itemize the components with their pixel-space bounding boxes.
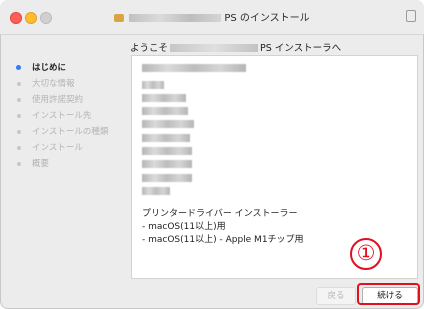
step-label: インストールの種類	[32, 127, 109, 137]
continue-button-highlight	[357, 283, 420, 305]
page-heading: ようこそ PS インストーラへ	[130, 40, 341, 54]
step-label: インストール先	[32, 111, 92, 121]
redacted-text-line	[142, 160, 192, 168]
title-bar[interactable]: PS のインストール	[0, 0, 424, 35]
window-title-text: PS のインストール	[224, 13, 310, 24]
lock-icon	[406, 10, 416, 22]
step-label: はじめに	[32, 63, 67, 73]
redacted-heading-name	[170, 44, 259, 52]
description-line: - macOS(11以上) - Apple M1チップ用	[142, 235, 304, 245]
step-summary: 概要	[0, 156, 128, 172]
step-installation: インストール	[0, 140, 128, 156]
step-introduction: はじめに	[0, 60, 128, 76]
package-icon	[114, 14, 125, 22]
description-line: プリンタードライバー インストーラー	[142, 209, 298, 219]
step-indicator-dot	[17, 162, 21, 166]
installer-window: PS のインストール ようこそ PS インストーラへ はじめに 大切な情報 使用許…	[0, 0, 424, 309]
step-label: 使用許諾契約	[32, 95, 84, 105]
step-indicator-dot	[17, 146, 21, 150]
step-label: 概要	[32, 159, 50, 169]
step-indicator-dot	[17, 98, 21, 102]
step-label: 大切な情報	[32, 79, 75, 89]
step-indicator-dot	[17, 114, 21, 118]
step-important-info: 大切な情報	[0, 76, 128, 92]
step-license: 使用許諾契約	[0, 92, 128, 108]
heading-prefix: ようこそ	[130, 43, 169, 54]
back-button[interactable]: 戻る	[316, 287, 356, 305]
step-installation-type: インストールの種類	[0, 124, 128, 140]
step-indicator-dot	[17, 82, 21, 86]
redacted-text-line	[142, 147, 192, 155]
redacted-text-line	[142, 174, 192, 182]
redacted-text-line	[142, 64, 246, 72]
step-number-annotation: ①	[350, 238, 382, 270]
step-indicator-dot	[17, 130, 21, 134]
heading-suffix: PS インストーラへ	[260, 43, 342, 54]
step-indicator-dot	[16, 65, 21, 70]
step-label: インストール	[32, 143, 83, 153]
redacted-product-name	[129, 14, 222, 22]
window-title: PS のインストール	[0, 9, 424, 24]
redacted-text-line	[142, 81, 164, 89]
redacted-text-line	[142, 187, 170, 195]
redacted-text-line	[142, 120, 194, 128]
redacted-text-line	[142, 134, 190, 142]
steps-sidebar: はじめに 大切な情報 使用許諾契約 インストール先 インストールの種類 インスト…	[0, 60, 128, 172]
redacted-text-line	[142, 107, 188, 115]
step-destination: インストール先	[0, 108, 128, 124]
description-line: - macOS(11以上)用	[142, 222, 226, 232]
description-text: プリンタードライバー インストーラー - macOS(11以上)用 - macO…	[142, 208, 304, 247]
redacted-text-line	[142, 94, 186, 102]
